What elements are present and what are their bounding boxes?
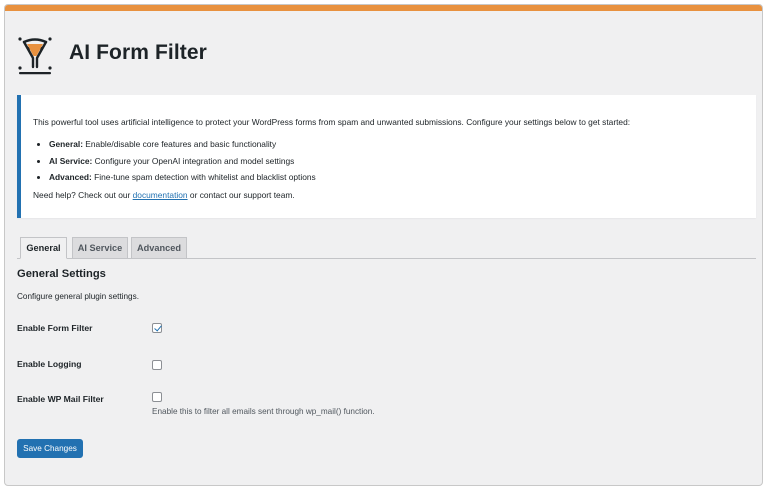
tab-advanced[interactable]: Advanced [131,237,187,259]
notice-item-general: General: Enable/disable core features an… [49,138,744,150]
notice-intro: This powerful tool uses artificial intel… [33,117,631,127]
page-header: AI Form Filter [17,29,207,77]
notice-item-label: AI Service: [49,155,93,166]
save-changes-button[interactable]: Save Changes [17,439,83,458]
section-title: General Settings [17,268,106,280]
enable-logging-checkbox[interactable] [152,360,162,370]
tab-ai-service[interactable]: AI Service [72,237,128,259]
notice-item-advanced: Advanced: Fine-tune spam detection with … [49,171,744,183]
enable-wp-mail-filter-checkbox[interactable] [152,392,162,402]
enable-wp-mail-filter-label: Enable WP Mail Filter [17,394,104,404]
tab-general[interactable]: General [20,237,67,259]
enable-logging-label: Enable Logging [17,359,82,369]
notice-item-text: Enable/disable core features and basic f… [82,139,277,149]
notice-list: General: Enable/disable core features an… [49,138,744,183]
plugin-title: AI Form Filter [69,41,207,64]
enable-form-filter-label: Enable Form Filter [17,323,93,333]
help-prefix: Need help? Check out our [33,190,133,201]
notice-help: Need help? Check out our documentation o… [33,189,744,201]
notice-item-label: General: [49,139,83,149]
help-suffix: or contact our support team. [187,190,295,201]
wp-mail-filter-description: Enable this to filter all emails sent th… [152,407,375,416]
section-description: Configure general plugin settings. [17,292,139,301]
settings-tabs: General AI Service Advanced [17,237,756,259]
notice-item-label: Advanced: [49,172,92,183]
notice-item-text: Configure your OpenAI integration and mo… [92,155,295,166]
info-notice: This powerful tool uses artificial intel… [17,95,756,218]
enable-form-filter-checkbox[interactable] [152,323,162,333]
notice-item-ai-service: AI Service: Configure your OpenAI integr… [49,155,744,167]
documentation-link[interactable]: documentation [133,190,188,200]
admin-page: AI Form Filter This powerful tool uses a… [4,4,763,486]
notice-item-text: Fine-tune spam detection with whitelist … [91,172,316,183]
funnel-icon [18,37,52,75]
top-accent-bar [5,5,762,11]
